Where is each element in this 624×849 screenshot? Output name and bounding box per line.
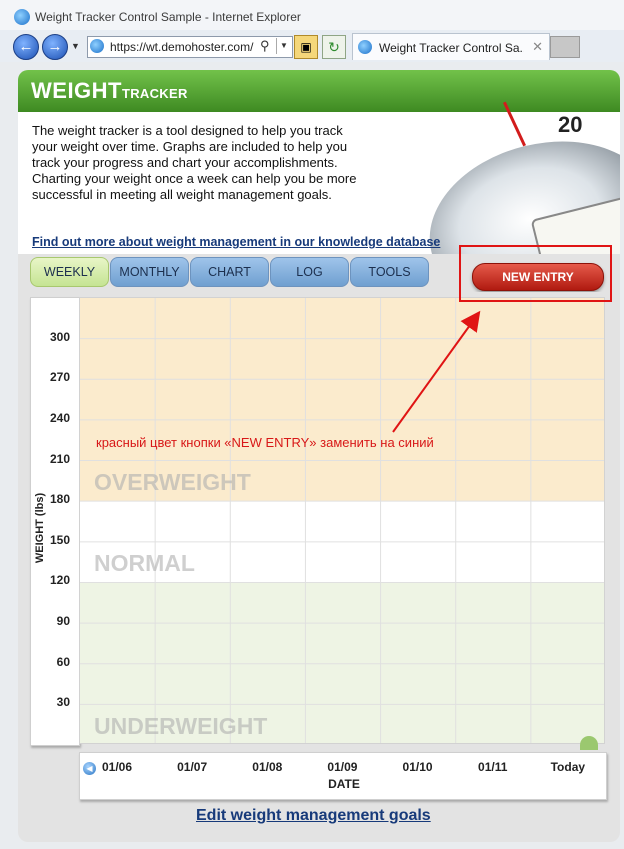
annotation-text: красный цвет кнопки «NEW ENTRY» заменить… xyxy=(96,435,434,450)
edit-goals-link[interactable]: Edit weight management goals xyxy=(196,807,431,825)
annotation-arrow xyxy=(392,310,481,433)
